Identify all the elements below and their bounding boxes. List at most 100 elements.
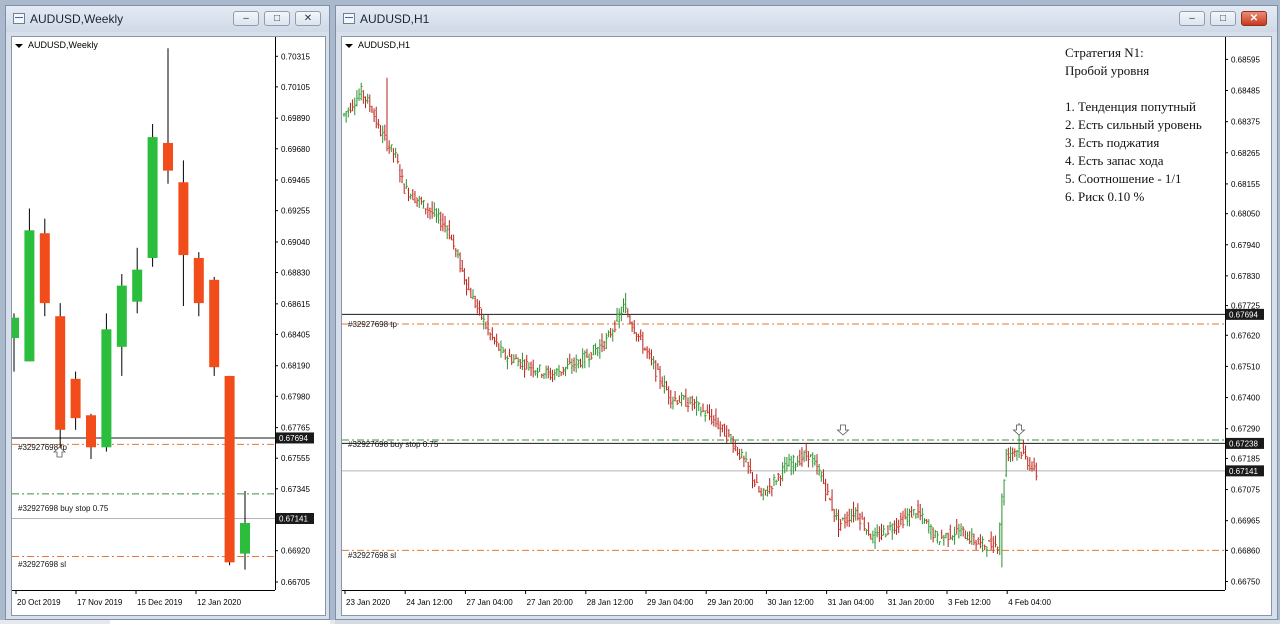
candle-body xyxy=(24,230,35,362)
restore-icon: □ xyxy=(273,13,281,24)
order-arrow-icon xyxy=(1012,424,1026,436)
time-axis-label: 17 Nov 2019 xyxy=(77,598,123,607)
time-axis-label: 31 Jan 04:00 xyxy=(828,598,875,607)
candle-body xyxy=(178,182,189,256)
price-axis-label: 0.69680 xyxy=(281,145,310,154)
candle-body xyxy=(39,233,50,304)
weekly-window-title: AUDUSD,Weekly xyxy=(30,12,124,26)
time-axis-label: 12 Jan 2020 xyxy=(197,598,242,607)
price-axis-label: 0.67510 xyxy=(1231,362,1260,371)
time-axis-label: 4 Feb 04:00 xyxy=(1008,598,1051,607)
close-icon: ✕ xyxy=(303,13,313,24)
price-axis-label: 0.69255 xyxy=(281,207,310,216)
time-axis-label: 23 Jan 2020 xyxy=(346,598,391,607)
restore-button[interactable]: □ xyxy=(264,11,290,26)
time-axis-label: 27 Jan 20:00 xyxy=(527,598,574,607)
weekly-candlestick-chart[interactable]: AUDUSD,Weekly 0.70315 0.70105 0.69890 0.696… xyxy=(12,37,325,615)
time-axis-label: 31 Jan 20:00 xyxy=(888,598,935,607)
price-axis-label: 0.70315 xyxy=(281,52,310,61)
minimize-button[interactable]: – xyxy=(1179,11,1205,26)
price-tag-label: 0.67141 xyxy=(279,514,308,523)
price-axis-label: 0.67765 xyxy=(281,424,310,433)
price-axis-label: 0.68375 xyxy=(1231,118,1260,127)
minimize-icon: – xyxy=(1189,13,1195,24)
price-axis-label: 0.68265 xyxy=(1231,149,1260,158)
strategy-item: 3. Есть поджатия xyxy=(1065,135,1159,150)
price-axis-label: 0.68405 xyxy=(281,330,310,339)
weekly-order-buy-label: #32927698 buy stop 0.75 xyxy=(18,504,109,513)
strategy-title: Стратегия N1: xyxy=(1065,45,1144,60)
candle-body xyxy=(147,137,158,258)
candle-body xyxy=(116,285,127,347)
time-axis-label: 28 Jan 12:00 xyxy=(587,598,634,607)
price-axis-label: 0.67940 xyxy=(1231,241,1260,250)
weekly-title-bar[interactable]: AUDUSD,Weekly – □ ✕ xyxy=(6,6,329,32)
price-axis-label: 0.66750 xyxy=(1231,578,1260,587)
price-axis-label: 0.67830 xyxy=(1231,272,1260,281)
price-axis-label: 0.68615 xyxy=(281,300,310,309)
hourly-window-title: AUDUSD,H1 xyxy=(360,12,430,26)
price-axis-label: 0.69465 xyxy=(281,176,310,185)
price-axis-label: 0.67185 xyxy=(1231,454,1260,463)
close-button[interactable]: ✕ xyxy=(295,11,321,26)
time-axis-label: 3 Feb 12:00 xyxy=(948,598,991,607)
price-axis-label: 0.69040 xyxy=(281,238,310,247)
price-axis-label: 0.67400 xyxy=(1231,394,1260,403)
price-tag-label: 0.67141 xyxy=(1229,467,1258,476)
chart-window-icon xyxy=(343,13,355,24)
hourly-chart-window: AUDUSD,H1 – □ ✕ AUDUSD,H1 0.68595 0.68485… xyxy=(335,5,1278,620)
hourly-chart-label: AUDUSD,H1 xyxy=(358,40,410,50)
time-axis-label: 20 Oct 2019 xyxy=(17,598,61,607)
candle-body xyxy=(193,257,204,304)
strategy-item: 5. Соотношение - 1/1 xyxy=(1065,171,1182,186)
strategy-notes: Стратегия N1: Пробой уровня 1. Тенденция… xyxy=(1065,45,1202,204)
weekly-chart-label: AUDUSD,Weekly xyxy=(28,40,98,50)
close-icon: ✕ xyxy=(1249,13,1259,24)
strategy-subtitle: Пробой уровня xyxy=(1065,63,1149,78)
strategy-item: 4. Есть запас хода xyxy=(1065,153,1164,168)
strategy-item: 2. Есть сильный уровень xyxy=(1065,117,1202,132)
price-axis-label: 0.68050 xyxy=(1231,210,1260,219)
chart-menu-triangle-icon[interactable] xyxy=(15,44,23,48)
hourly-order-sl-label: #32927698 sl xyxy=(348,551,396,560)
price-axis-label: 0.67075 xyxy=(1231,486,1260,495)
price-axis-label: 0.70105 xyxy=(281,83,310,92)
hourly-order-tp-label: #32927698 tp xyxy=(348,320,397,329)
minimize-button[interactable]: – xyxy=(233,11,259,26)
candle-body xyxy=(132,269,143,302)
chart-window-icon xyxy=(13,13,25,24)
price-axis-label: 0.67290 xyxy=(1231,425,1260,434)
price-axis-label: 0.66705 xyxy=(281,578,310,587)
strategy-item: 6. Риск 0.10 % xyxy=(1065,189,1145,204)
time-axis-label: 24 Jan 12:00 xyxy=(406,598,453,607)
price-axis-label: 0.69890 xyxy=(281,114,310,123)
price-axis-label: 0.66965 xyxy=(1231,517,1260,526)
weekly-chart-pane[interactable]: AUDUSD,Weekly 0.70315 0.70105 0.69890 0.696… xyxy=(11,36,326,616)
price-axis-label: 0.66860 xyxy=(1231,546,1260,555)
minimize-icon: – xyxy=(243,13,249,24)
time-axis-label: 29 Jan 04:00 xyxy=(647,598,694,607)
restore-icon: □ xyxy=(1219,13,1227,24)
time-axis-label: 30 Jan 12:00 xyxy=(767,598,814,607)
strip-segment xyxy=(110,620,330,624)
price-axis-label: 0.68155 xyxy=(1231,180,1260,189)
candle-body xyxy=(209,279,220,368)
hourly-title-bar[interactable]: AUDUSD,H1 – □ ✕ xyxy=(336,6,1277,32)
strip-segment xyxy=(335,620,1280,624)
price-axis-label: 0.67620 xyxy=(1231,331,1260,340)
order-arrow-icon xyxy=(836,424,850,436)
weekly-chart-window: AUDUSD,Weekly – □ ✕ AUDUSD,Weekly 0.7031… xyxy=(5,5,330,620)
hourly-chart-pane[interactable]: AUDUSD,H1 0.68595 0.68485 0.68375 0.68265 0.… xyxy=(341,36,1272,616)
hourly-order-buy-label: #32927698 buy stop 0.75 xyxy=(348,440,439,449)
candle-body xyxy=(70,378,81,419)
chart-menu-triangle-icon[interactable] xyxy=(345,44,353,48)
restore-button[interactable]: □ xyxy=(1210,11,1236,26)
price-axis-label: 0.67980 xyxy=(281,392,310,401)
close-button[interactable]: ✕ xyxy=(1241,11,1267,26)
candle-body xyxy=(240,523,250,554)
candle-body xyxy=(55,316,66,430)
price-tag-label: 0.67238 xyxy=(1229,439,1258,448)
candle-body xyxy=(12,317,19,339)
price-axis-label: 0.67555 xyxy=(281,454,310,463)
hourly-candlestick-chart[interactable]: AUDUSD,H1 0.68595 0.68485 0.68375 0.68265 0.… xyxy=(342,37,1271,615)
